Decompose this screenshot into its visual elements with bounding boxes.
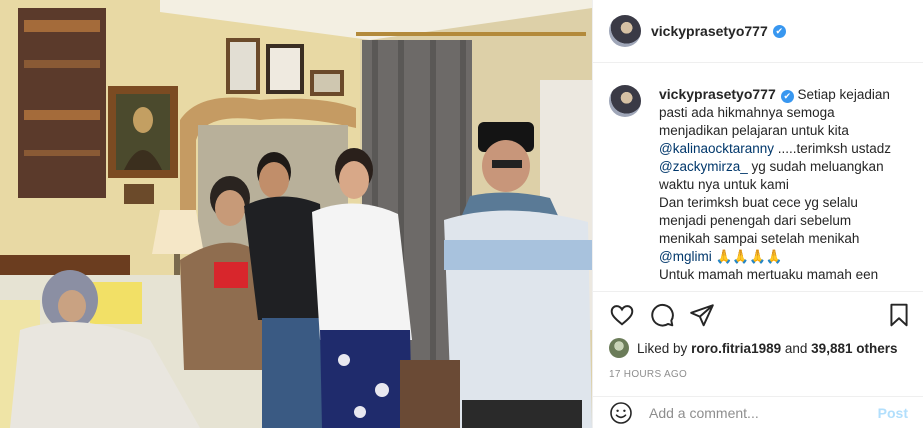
- caption-line: Dan terimksh buat cece yg selalu: [659, 195, 858, 210]
- caption-fragment: Setiap kejadian: [797, 87, 890, 102]
- caption-line: Untuk mamah mertuaku mamah een: [659, 267, 879, 282]
- liker-username[interactable]: roro.fitria1989: [691, 341, 781, 356]
- post-header: vickyprasetyo777 ✔: [593, 0, 923, 63]
- caption-line: @kalinaocktaranny .....terimksh ustadz: [659, 140, 907, 158]
- post-side-panel: vickyprasetyo777 ✔ vickyprasetyo777 ✔ Set…: [592, 0, 923, 428]
- caption-line: vickyprasetyo777 ✔ Setiap kejadian: [659, 85, 907, 104]
- post-actions: Liked by roro.fitria1989 and 39,881 othe…: [593, 291, 923, 361]
- caption-row: vickyprasetyo777 ✔ Setiap kejadian pasti …: [609, 85, 907, 284]
- bookmark-icon[interactable]: [886, 302, 912, 328]
- verified-badge-icon: ✔: [780, 90, 794, 103]
- post-photo[interactable]: [0, 0, 592, 428]
- caption-area: vickyprasetyo777 ✔ Setiap kejadian pasti …: [593, 63, 923, 291]
- caption-avatar[interactable]: [609, 85, 641, 117]
- post-photo-illustration: [0, 0, 592, 428]
- likes-summary: Liked by roro.fitria1989 and 39,881 othe…: [609, 338, 897, 358]
- likes-middle: and: [784, 340, 808, 356]
- mention-link[interactable]: @kalinaocktaranny: [659, 141, 774, 156]
- comment-box: Post: [593, 396, 923, 428]
- caption-line: pasti ada hikmahnya semoga: [659, 105, 835, 120]
- post-timestamp[interactable]: 17 HOURS AGO: [609, 369, 687, 380]
- caption-line: waktu nya untuk kami: [659, 177, 789, 192]
- caption-line: menjadi penengah dari sebelum: [659, 213, 852, 228]
- caption-fragment: yg sudah meluangkan: [747, 159, 884, 174]
- caption-line: @zackymirza_ yg sudah meluangkan: [659, 158, 907, 176]
- caption-fragment: .....terimksh ustadz: [774, 141, 892, 156]
- caption-fragment: 🙏🙏🙏🙏: [711, 249, 783, 264]
- caption-username[interactable]: vickyprasetyo777: [659, 86, 776, 102]
- mention-link[interactable]: @mglimi: [659, 249, 712, 264]
- author-avatar[interactable]: [609, 15, 641, 47]
- caption-line: menikah sampai setelah menikah: [659, 231, 860, 246]
- author-username[interactable]: vickyprasetyo777: [651, 23, 768, 39]
- paper-plane-icon[interactable]: [689, 302, 715, 328]
- verified-badge-icon: ✔: [772, 24, 786, 38]
- post-comment-button[interactable]: Post: [878, 405, 908, 421]
- mention-link[interactable]: @zackymirza_: [659, 159, 748, 174]
- caption-text: vickyprasetyo777 ✔ Setiap kejadian pasti …: [659, 85, 907, 284]
- caption-line: @mglimi 🙏🙏🙏🙏: [659, 248, 907, 266]
- likes-prefix: Liked by: [637, 340, 688, 356]
- smiley-icon[interactable]: [609, 401, 633, 425]
- heart-icon[interactable]: [609, 302, 635, 328]
- likes-count-link[interactable]: 39,881 others: [811, 341, 897, 356]
- comment-input[interactable]: [649, 404, 878, 421]
- comment-bubble-icon[interactable]: [649, 302, 675, 328]
- action-icons: [609, 302, 912, 328]
- caption-line: menjadikan pelajaran untuk kita: [659, 123, 849, 138]
- liker-avatar[interactable]: [609, 338, 629, 358]
